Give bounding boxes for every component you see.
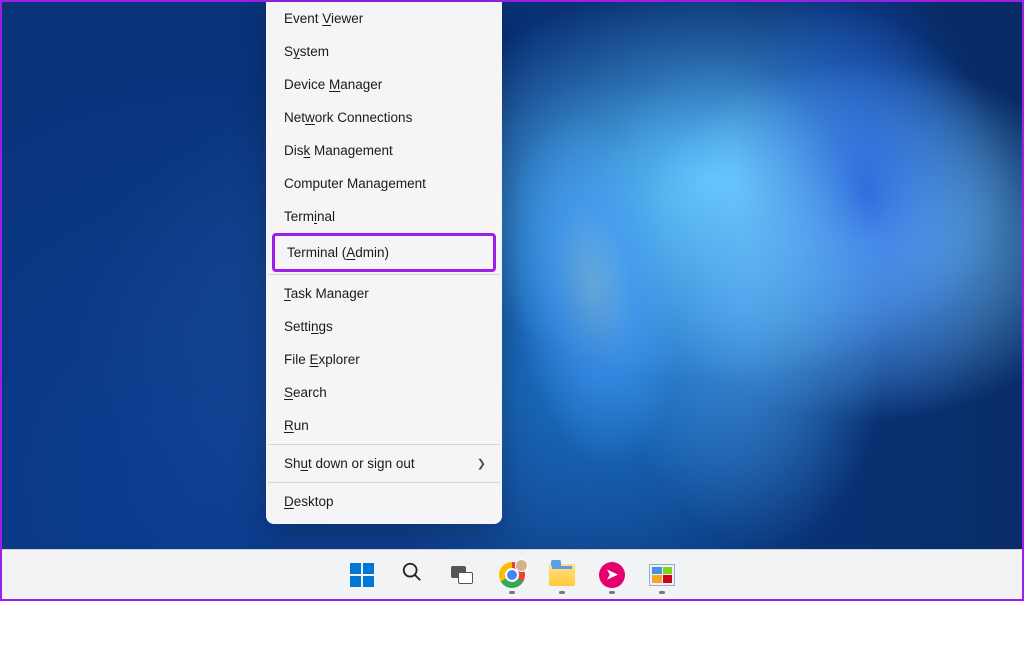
menu-item-label: Settings <box>284 319 333 334</box>
menu-terminal-admin[interactable]: Terminal (Admin) <box>275 236 493 269</box>
menu-computer-management[interactable]: Computer Management <box>266 167 502 200</box>
app-icon: ➤ <box>599 562 625 588</box>
menu-separator <box>268 482 500 483</box>
task-view-icon <box>451 566 473 584</box>
control-panel-app[interactable] <box>642 555 682 595</box>
chrome-icon <box>499 562 525 588</box>
menu-terminal[interactable]: Terminal <box>266 200 502 233</box>
menu-task-manager[interactable]: Task Manager <box>266 277 502 310</box>
menu-file-explorer[interactable]: File Explorer <box>266 343 502 376</box>
menu-item-label: Shut down or sign out <box>284 456 415 471</box>
running-indicator <box>609 591 615 594</box>
running-indicator <box>509 591 515 594</box>
menu-network-connections[interactable]: Network Connections <box>266 101 502 134</box>
menu-item-label: File Explorer <box>284 352 360 367</box>
pink-app[interactable]: ➤ <box>592 555 632 595</box>
menu-separator <box>268 274 500 275</box>
menu-desktop[interactable]: Desktop <box>266 485 502 518</box>
menu-shutdown-signout[interactable]: Shut down or sign out ❯ <box>266 447 502 480</box>
chrome-app[interactable] <box>492 555 532 595</box>
file-explorer-icon <box>549 564 575 586</box>
profile-badge <box>515 559 528 572</box>
desktop-wallpaper <box>2 2 1022 599</box>
running-indicator <box>559 591 565 594</box>
windows-logo-icon <box>350 563 374 587</box>
menu-item-label: Search <box>284 385 327 400</box>
winx-context-menu: Event Viewer System Device Manager Network … <box>266 2 502 524</box>
menu-item-label: Terminal <box>284 209 335 224</box>
menu-item-label: Device Manager <box>284 77 382 92</box>
menu-item-label: Network Connections <box>284 110 412 125</box>
running-indicator <box>659 591 665 594</box>
menu-item-label: System <box>284 44 329 59</box>
menu-item-label: Event Viewer <box>284 11 363 26</box>
menu-settings[interactable]: Settings <box>266 310 502 343</box>
search-button[interactable] <box>392 555 432 595</box>
menu-system[interactable]: System <box>266 35 502 68</box>
task-view-button[interactable] <box>442 555 482 595</box>
annotation-highlight: Terminal (Admin) <box>272 233 496 272</box>
menu-event-viewer[interactable]: Event Viewer <box>266 2 502 35</box>
menu-disk-management[interactable]: Disk Management <box>266 134 502 167</box>
menu-item-label: Computer Management <box>284 176 426 191</box>
control-panel-icon <box>649 564 675 586</box>
menu-item-label: Disk Management <box>284 143 393 158</box>
menu-item-label: Desktop <box>284 494 334 509</box>
file-explorer-app[interactable] <box>542 555 582 595</box>
menu-run[interactable]: Run <box>266 409 502 442</box>
search-icon <box>401 561 423 588</box>
menu-separator <box>268 444 500 445</box>
menu-search[interactable]: Search <box>266 376 502 409</box>
menu-item-label: Run <box>284 418 309 433</box>
chevron-right-icon: ❯ <box>477 457 486 470</box>
menu-item-label: Terminal (Admin) <box>287 245 389 260</box>
taskbar: ➤ <box>2 549 1022 599</box>
menu-device-manager[interactable]: Device Manager <box>266 68 502 101</box>
start-button[interactable] <box>342 555 382 595</box>
menu-item-label: Task Manager <box>284 286 369 301</box>
